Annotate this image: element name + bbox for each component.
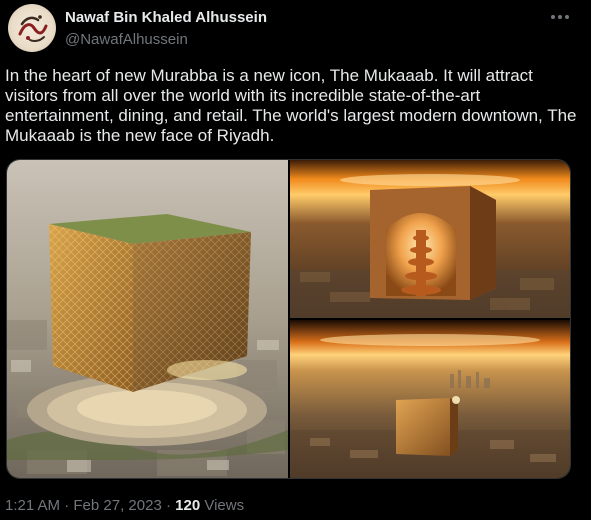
tweet-date[interactable]: Feb 27, 2023 (73, 497, 161, 514)
media-photo-aerial[interactable] (7, 160, 288, 478)
author-display-name[interactable]: Nawaf Bin Khaled Alhussein (65, 8, 267, 28)
media-grid (6, 159, 571, 479)
author-handle[interactable]: @NawafAlhussein (65, 30, 267, 50)
mukaaab-skyline-image (290, 320, 570, 478)
mukaaab-aerial-image (7, 160, 288, 478)
author-info: Nawaf Bin Khaled Alhussein @NawafAlhusse… (65, 8, 267, 50)
calligraphy-logo-icon (18, 15, 48, 42)
meta-separator: · (64, 497, 70, 514)
avatar[interactable] (8, 4, 56, 52)
tweet-card: Nawaf Bin Khaled Alhussein @NawafAlhusse… (0, 0, 591, 520)
media-photo-skyline[interactable] (290, 320, 570, 478)
ellipsis-icon (551, 15, 569, 19)
views-label: Views (204, 497, 245, 514)
media-photo-interior[interactable] (290, 160, 570, 318)
mukaaab-interior-image (290, 160, 570, 318)
more-options-button[interactable] (545, 4, 575, 30)
tweet-meta: 1:21 AM · Feb 27, 2023 · 120 Views (5, 497, 244, 514)
tweet-time[interactable]: 1:21 AM (5, 497, 60, 514)
views-count: 120 (175, 497, 201, 514)
meta-separator: · (165, 497, 171, 514)
tweet-text: In the heart of new Murabba is a new ico… (5, 66, 577, 145)
